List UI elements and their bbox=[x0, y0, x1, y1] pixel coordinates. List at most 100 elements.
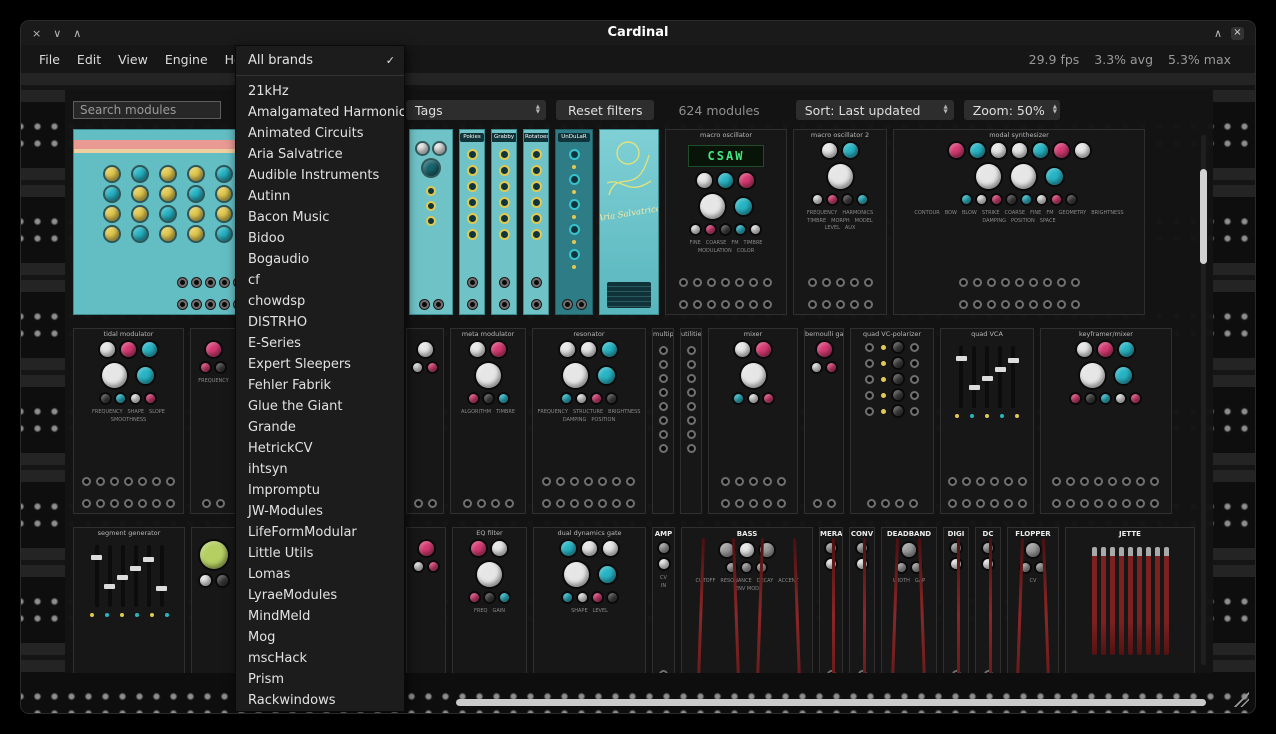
module-card[interactable]: dual dynamics gateSHAPELEVEL bbox=[533, 527, 646, 673]
module-card[interactable] bbox=[191, 527, 238, 673]
chevron-up-icon[interactable]: ∧ bbox=[73, 28, 81, 39]
slider-handle[interactable] bbox=[130, 566, 141, 571]
brand-menu-item[interactable]: MindMeld bbox=[236, 606, 404, 627]
brand-menu-item[interactable]: cf bbox=[236, 270, 404, 291]
menu-file[interactable]: File bbox=[39, 52, 60, 67]
module-card[interactable]: DC bbox=[975, 527, 1001, 673]
port bbox=[865, 359, 874, 368]
module-card[interactable]: macro oscillator 2FREQUENCYHARMONICSTIMB… bbox=[793, 129, 887, 315]
close-window-icon[interactable]: × bbox=[32, 28, 41, 39]
horizontal-scrollbar[interactable] bbox=[456, 699, 1206, 706]
module-card[interactable]: macro oscillatorCSAWFINECOARSEFMTIMBREMO… bbox=[665, 129, 787, 315]
brand-menu-item[interactable]: mscHack bbox=[236, 648, 404, 669]
brand-menu-item[interactable]: Rackwindows bbox=[236, 690, 404, 711]
brand-menu-item[interactable]: Mog bbox=[236, 627, 404, 648]
brand-menu-item[interactable]: Impromptu bbox=[236, 480, 404, 501]
brand-menu-item[interactable]: 21kHz bbox=[236, 81, 404, 102]
param-labels: SHAPELEVEL bbox=[538, 608, 641, 615]
tags-select[interactable]: Tags ▲▼ bbox=[406, 100, 546, 120]
brand-menu-item[interactable]: Lomas bbox=[236, 564, 404, 585]
close-box-icon[interactable]: × bbox=[1231, 27, 1244, 40]
slider-handle[interactable] bbox=[995, 367, 1006, 372]
module-card[interactable]: DEADBANDWIDTHGAP bbox=[881, 527, 937, 673]
module-card[interactable]: FLOPPERCV bbox=[1007, 527, 1059, 673]
window-controls-left: × ∨ ∧ bbox=[32, 21, 81, 45]
brand-menu-item[interactable]: Aria Salvatrice bbox=[236, 144, 404, 165]
slider-handle[interactable] bbox=[956, 356, 967, 361]
module-card[interactable]: mixer bbox=[708, 328, 798, 514]
brand-menu-item[interactable]: Grande bbox=[236, 417, 404, 438]
module-card[interactable]: resonatorFREQUENCYSTRUCTUREBRIGHTNESSDAM… bbox=[532, 328, 646, 514]
slider-handle[interactable] bbox=[143, 557, 154, 562]
module-card[interactable]: modal synthesizerCONTOURBOWBLOWSTRIKECOA… bbox=[893, 129, 1145, 315]
brand-menu-item[interactable]: Prism bbox=[236, 669, 404, 690]
brand-menu-item[interactable]: Bogaudio bbox=[236, 249, 404, 270]
module-card[interactable]: JETTE bbox=[1065, 527, 1195, 673]
brand-menu-item[interactable]: Glue the Giant bbox=[236, 396, 404, 417]
module-card[interactable]: Pokies bbox=[459, 129, 485, 315]
module-title: MERA bbox=[820, 528, 842, 540]
zoom-select[interactable]: Zoom: 50% ▲▼ bbox=[964, 100, 1060, 120]
module-card[interactable]: BASSCUTOFFRESONANCEDECAYACCENTENV MOD bbox=[681, 527, 813, 673]
module-card[interactable]: MERA bbox=[819, 527, 843, 673]
brand-menu-item-selected[interactable]: All brands ✓ bbox=[236, 50, 404, 71]
reset-filters-button[interactable]: Reset filters bbox=[556, 100, 654, 120]
brand-menu-item[interactable]: Expert Sleepers bbox=[236, 354, 404, 375]
brand-menu-item[interactable]: Amalgamated Harmonics bbox=[236, 102, 404, 123]
menu-edit[interactable]: Edit bbox=[77, 52, 101, 67]
resize-grip[interactable] bbox=[1234, 692, 1249, 707]
slider-handle[interactable] bbox=[104, 584, 115, 589]
slider-handle[interactable] bbox=[117, 575, 128, 580]
brand-menu-item[interactable]: Bacon Music bbox=[236, 207, 404, 228]
menu-view[interactable]: View bbox=[118, 52, 148, 67]
brand-menu-item[interactable]: chowdsp bbox=[236, 291, 404, 312]
slider-handle[interactable] bbox=[1008, 358, 1019, 363]
slider-handle[interactable] bbox=[156, 586, 167, 591]
slider-handle[interactable] bbox=[969, 385, 980, 390]
chevron-down-icon[interactable]: ∨ bbox=[53, 28, 61, 39]
module-card[interactable]: segment generator bbox=[73, 527, 185, 673]
brand-menu-item[interactable]: ihtsyn bbox=[236, 459, 404, 480]
slider-handle[interactable] bbox=[982, 376, 993, 381]
module-card[interactable]: quad VCA bbox=[940, 328, 1034, 514]
module-card[interactable]: keyframer/mixer bbox=[1040, 328, 1172, 514]
module-card[interactable]: DIGI bbox=[943, 527, 969, 673]
pin-top-icon[interactable]: ∧ bbox=[1214, 28, 1222, 39]
module-card[interactable]: CONV bbox=[849, 527, 875, 673]
brand-menu-item[interactable]: JW-Modules bbox=[236, 501, 404, 522]
menu-engine[interactable]: Engine bbox=[165, 52, 208, 67]
slider bbox=[959, 346, 963, 408]
brand-menu-item[interactable]: LyraeModules bbox=[236, 585, 404, 606]
module-card[interactable]: AMPCVIN bbox=[652, 527, 675, 673]
brand-menu-item[interactable]: Audible Instruments bbox=[236, 165, 404, 186]
module-card[interactable] bbox=[406, 527, 446, 673]
brand-menu-item[interactable]: HetrickCV bbox=[236, 438, 404, 459]
search-input[interactable] bbox=[73, 101, 221, 119]
module-card[interactable]: Rotatoes bbox=[523, 129, 549, 315]
brand-menu-item[interactable]: Bidoo bbox=[236, 228, 404, 249]
brand-menu-item[interactable]: DISTRHO bbox=[236, 312, 404, 333]
module-card[interactable]: UnDuLaR bbox=[555, 129, 593, 315]
brand-menu-item[interactable]: Autinn bbox=[236, 186, 404, 207]
module-card[interactable]: Grabby bbox=[491, 129, 517, 315]
module-card[interactable]: Aria SalvatriceAria Salvatrice bbox=[599, 129, 659, 315]
module-card[interactable]: FREQUENCY bbox=[190, 328, 237, 514]
module-card[interactable]: quad VC-polarizer bbox=[850, 328, 934, 514]
module-card[interactable] bbox=[409, 129, 453, 315]
slider-handle[interactable] bbox=[91, 555, 102, 560]
module-card[interactable]: EQ filterFREQGAIN bbox=[452, 527, 527, 673]
brand-menu-item[interactable]: Animated Circuits bbox=[236, 123, 404, 144]
brand-menu-item[interactable]: Fehler Fabrik bbox=[236, 375, 404, 396]
module-card[interactable]: multiples bbox=[652, 328, 674, 514]
brand-menu-item[interactable]: Little Utils bbox=[236, 543, 404, 564]
module-card[interactable] bbox=[406, 328, 444, 514]
module-card[interactable]: tidal modulatorFREQUENCYSHAPESLOPESMOOTH… bbox=[73, 328, 184, 514]
module-card[interactable]: utilities bbox=[680, 328, 702, 514]
knob bbox=[102, 363, 127, 388]
vertical-scrollbar[interactable] bbox=[1200, 169, 1207, 264]
module-card[interactable]: bernoulli gate bbox=[804, 328, 844, 514]
brand-menu-item[interactable]: LifeFormModular bbox=[236, 522, 404, 543]
brand-menu-item[interactable]: E-Series bbox=[236, 333, 404, 354]
sort-select[interactable]: Sort: Last updated ▲▼ bbox=[796, 100, 954, 120]
module-card[interactable]: meta modulatorALGORITHMTIMBRE bbox=[450, 328, 526, 514]
